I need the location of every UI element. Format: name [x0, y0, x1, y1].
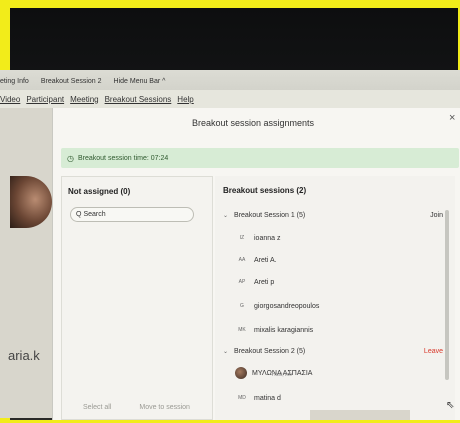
list-item[interactable]: MD matina d	[235, 390, 435, 406]
member-name: Areti A.	[254, 256, 277, 264]
search-icon: Q	[76, 211, 82, 218]
breakout-sessions-panel: Breakout sessions (2) ⌄ Breakout Session…	[215, 176, 455, 420]
leave-button[interactable]: Leave	[424, 348, 443, 355]
initials-avatar: MK	[238, 327, 246, 333]
initials-avatar: G	[240, 303, 244, 309]
keyboard-edge	[310, 410, 410, 420]
list-item[interactable]: MK mixalis karagiannis	[235, 322, 435, 338]
session-row[interactable]: ⌄ Breakout Session 2 (5) Leave	[215, 342, 447, 360]
timer-banner: ◷ Breakout session time: 07:24	[61, 148, 459, 168]
timer-text: Breakout session time: 07:24	[77, 154, 169, 162]
member-name: ioanna z	[254, 234, 281, 242]
menu-bar: Video Participant Meeting Breakout Sessi…	[0, 90, 460, 108]
member-name: giorgosandreopoulos	[254, 302, 320, 310]
dialog-title: Breakout session assignments	[191, 118, 315, 128]
move-to-session-button[interactable]: Move to session	[139, 404, 190, 411]
meeting-top-bar: eting Info Breakout Session 2 Hide Menu …	[0, 70, 460, 92]
list-item[interactable]: AA Areti A.	[235, 252, 435, 268]
initials-avatar: AA	[238, 257, 246, 263]
not-assigned-title: Not assigned (0)	[68, 187, 131, 196]
initials-avatar: AP	[238, 279, 246, 285]
search-placeholder: Search	[83, 211, 106, 218]
list-item[interactable]: IZ ioanna z	[235, 230, 435, 246]
menu-video[interactable]: Video	[0, 95, 20, 104]
menu-participant[interactable]: Participant	[26, 95, 64, 104]
initials-avatar: MD	[238, 395, 246, 401]
hide-menu-bar-button[interactable]: Hide Menu Bar ^	[114, 78, 166, 85]
session-name: Breakout Session 1 (5)	[234, 211, 306, 219]
avatar	[235, 367, 247, 379]
menu-meeting[interactable]: Meeting	[70, 95, 98, 104]
chevron-down-icon[interactable]: ⌄	[223, 212, 228, 219]
close-icon[interactable]: ×	[449, 112, 455, 124]
clock-icon: ◷	[67, 153, 74, 163]
search-input[interactable]: Q Search	[70, 207, 194, 222]
menu-breakout-sessions[interactable]: Breakout Sessions	[105, 95, 172, 104]
user-icon: IZ	[239, 235, 245, 241]
member-name: mixalis karagiannis	[254, 326, 314, 334]
host-label: Host, me	[272, 372, 293, 378]
breakout-assignments-dialog: Breakout session assignments × ◷ Breakou…	[52, 108, 460, 420]
meeting-info-tab[interactable]: eting Info	[0, 78, 29, 85]
chevron-down-icon[interactable]: ⌄	[223, 348, 228, 355]
breakout-session-label: Breakout Session 2	[40, 77, 102, 85]
not-assigned-panel: Not assigned (0) Q Search	[61, 176, 213, 420]
participant-name: aria.k	[8, 348, 40, 363]
session-name: Breakout Session 2 (5)	[234, 347, 306, 355]
member-name: matina d	[254, 394, 281, 402]
breakout-sessions-title: Breakout sessions (2)	[223, 186, 307, 195]
list-item[interactable]: ΜΥΛΩΝΑ ΑΣΠΑΣΙΑ Host, me	[235, 362, 435, 384]
join-button[interactable]: Join	[430, 212, 443, 219]
bottom-actions: Select all Move to session	[83, 404, 216, 411]
member-name: Areti p	[254, 278, 275, 286]
mouse-cursor-icon: ⇖	[446, 400, 455, 411]
session-row[interactable]: ⌄ Breakout Session 1 (5) Join	[215, 206, 447, 224]
select-all-button[interactable]: Select all	[83, 404, 111, 411]
list-item[interactable]: G giorgosandreopoulos	[235, 298, 435, 314]
menu-help[interactable]: Help	[177, 95, 193, 104]
scrollbar[interactable]	[445, 210, 449, 380]
list-item[interactable]: AP Areti p	[235, 274, 435, 290]
participant-video-panel	[0, 108, 52, 418]
